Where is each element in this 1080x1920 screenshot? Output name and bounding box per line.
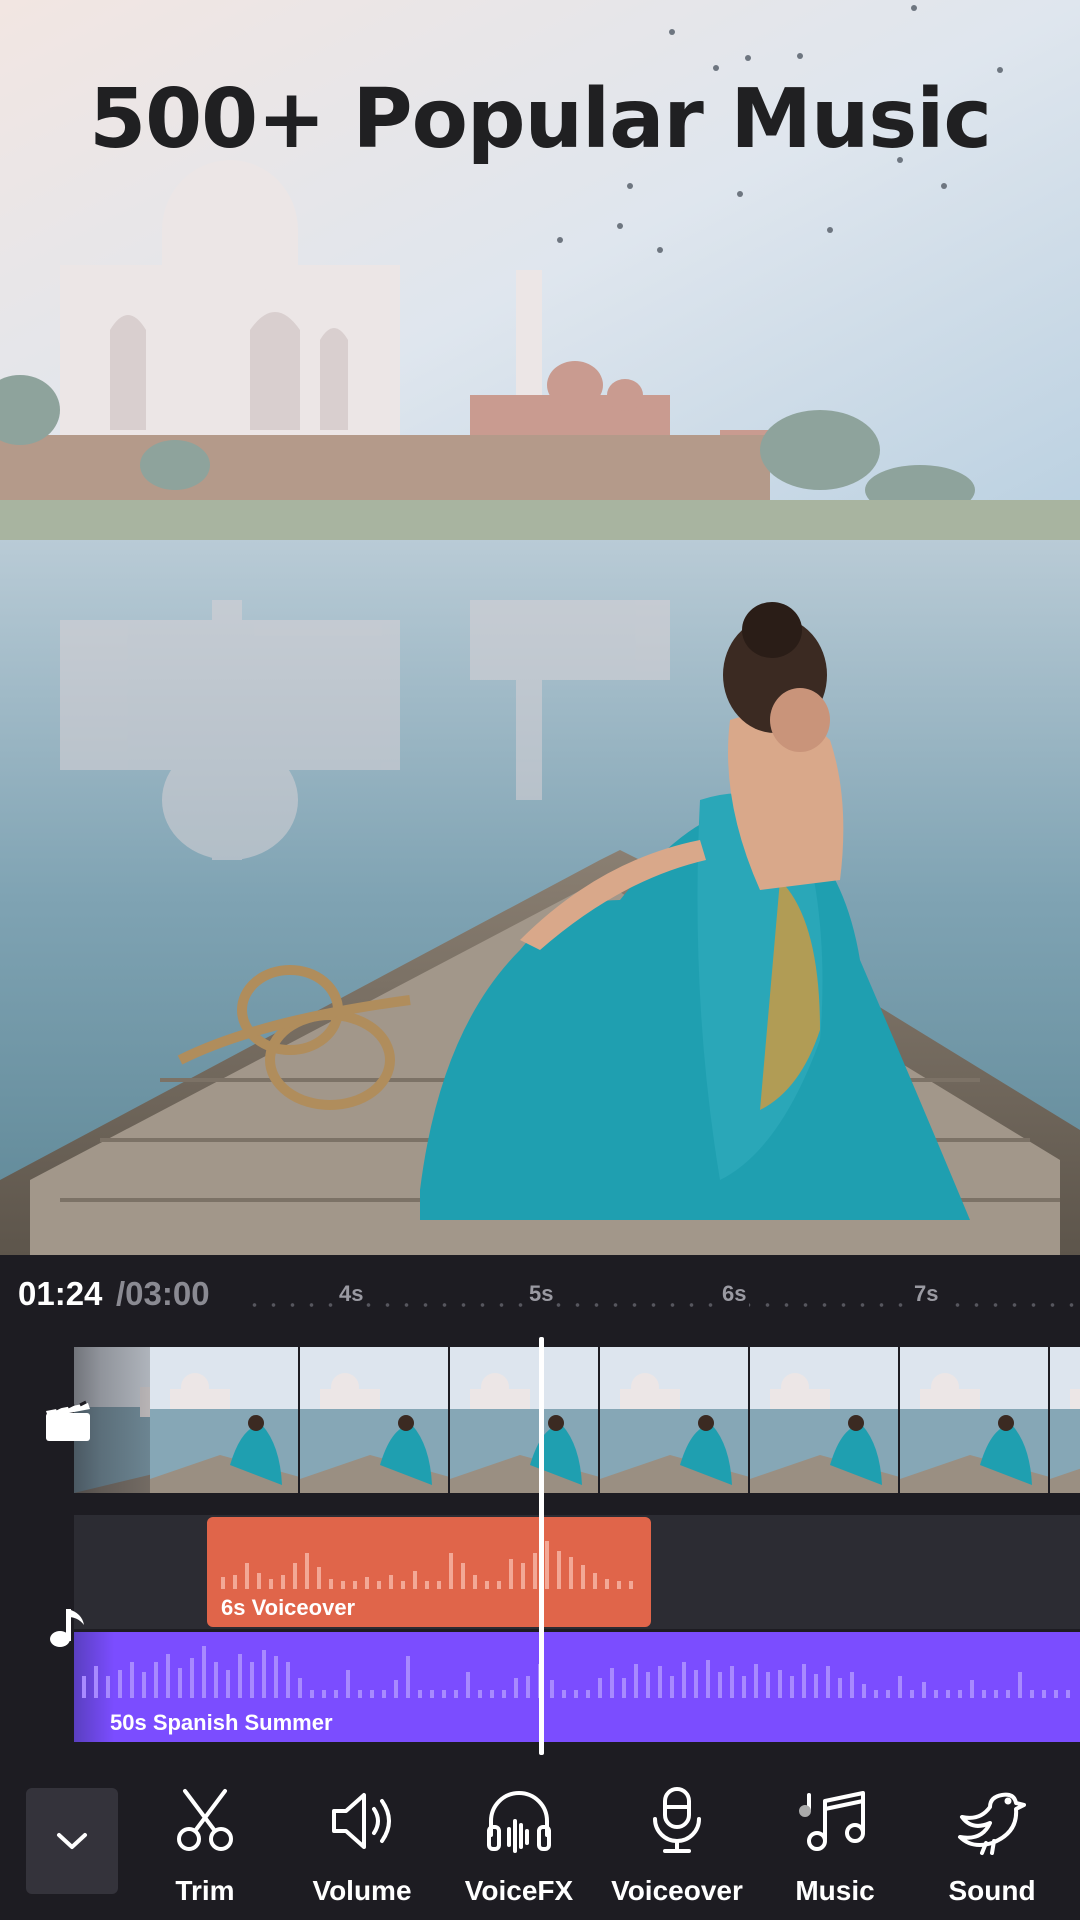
music-clip[interactable]: 50s Spanish Summer [74, 1632, 1080, 1742]
video-thumbnail [900, 1347, 1050, 1493]
tick-label: 7s [911, 1281, 942, 1307]
video-thumbnail [1050, 1347, 1080, 1493]
tick-label: 4s [336, 1281, 367, 1307]
timeline[interactable]: 01:24 /03:00 4s 5s 6s 7s 6s Voiceover 50… [0, 1255, 1080, 1755]
video-thumbnail [450, 1347, 600, 1493]
speaker-icon [332, 1793, 391, 1849]
bottom-toolbar: Trim Volume VoiceFX Voiceover Music Soun… [0, 1755, 1080, 1920]
chevron-down-icon [57, 1833, 87, 1849]
sound-label: Sound [948, 1875, 1036, 1906]
video-thumbnail [750, 1347, 900, 1493]
video-track[interactable] [74, 1347, 1080, 1493]
voicefx-label: VoiceFX [464, 1875, 574, 1906]
voicefx-button[interactable]: VoiceFX [444, 1785, 594, 1915]
trim-label: Trim [175, 1875, 235, 1906]
current-time: 01:24 [18, 1275, 103, 1312]
music-label: Music [795, 1875, 875, 1906]
video-thumbnail [150, 1347, 300, 1493]
collapse-button[interactable] [26, 1788, 118, 1894]
microphone-icon [653, 1787, 701, 1853]
volume-label: Volume [312, 1875, 412, 1906]
preview-image [0, 0, 1080, 1255]
bird-icon [958, 1792, 1026, 1855]
clapperboard-icon [46, 1400, 90, 1441]
scissors-icon [177, 1789, 233, 1851]
headline: 500+ Popular Music [89, 72, 992, 167]
tick-label: 6s [719, 1281, 750, 1307]
trim-button[interactable]: Trim [130, 1785, 280, 1915]
headphones-icon [487, 1791, 551, 1853]
music-note-icon [799, 1791, 865, 1851]
video-thumbnail [600, 1347, 750, 1493]
sound-button[interactable]: Sound [917, 1785, 1067, 1915]
video-preview[interactable]: 500+ Popular Music [0, 0, 1080, 1255]
tick-label: 5s [526, 1281, 557, 1307]
music-button[interactable]: Music [760, 1785, 910, 1915]
voiceover-clip[interactable]: 6s Voiceover [207, 1517, 651, 1627]
voiceover-label: Voiceover [611, 1875, 743, 1906]
voiceover-clip-label: 6s Voiceover [221, 1595, 356, 1620]
time-ruler[interactable] [245, 1303, 1080, 1307]
playhead[interactable] [539, 1337, 544, 1755]
voiceover-button[interactable]: Voiceover [602, 1785, 752, 1915]
total-time: /03:00 [116, 1275, 210, 1312]
volume-button[interactable]: Volume [287, 1785, 437, 1915]
video-thumbnail [300, 1347, 450, 1493]
music-clip-label: 50s Spanish Summer [110, 1710, 333, 1735]
